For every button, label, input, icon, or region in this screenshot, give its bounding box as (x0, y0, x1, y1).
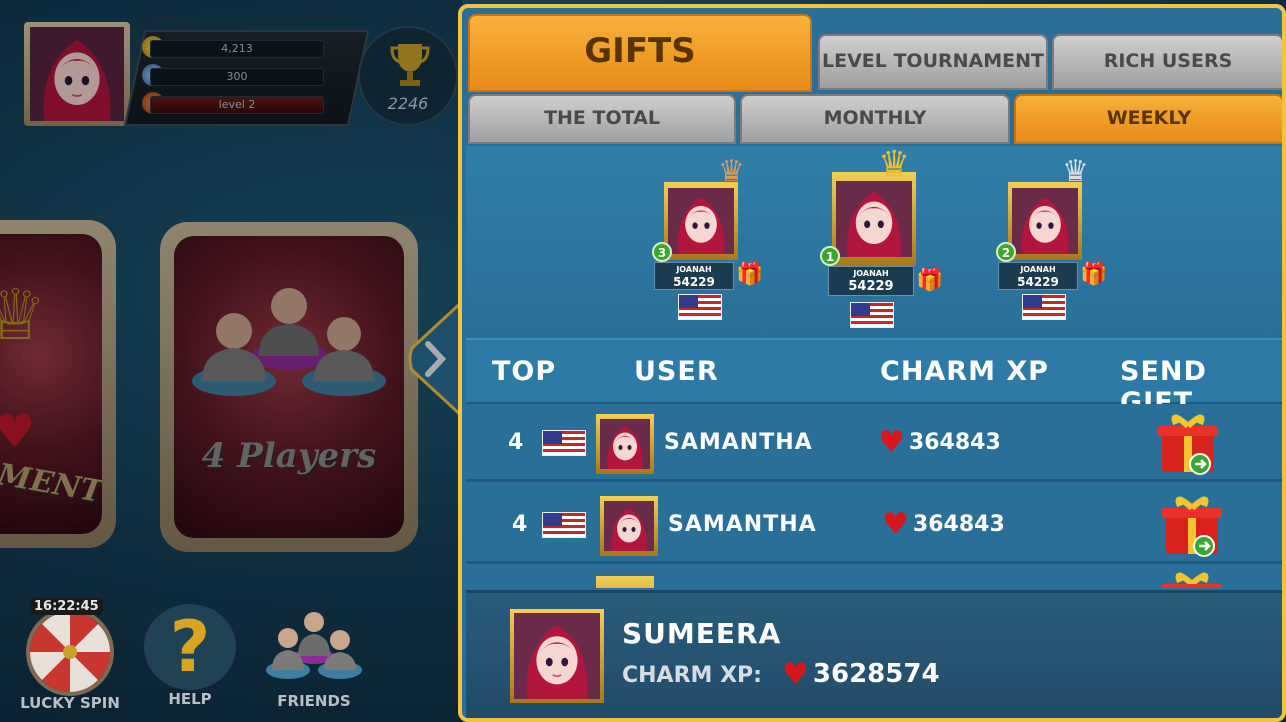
subtab-weekly[interactable]: WEEKLY (1014, 94, 1282, 144)
table-row (466, 568, 1282, 588)
help-label: HELP (168, 690, 212, 708)
row-username: SAMANTHA (668, 512, 817, 537)
us-flag-icon (1022, 294, 1066, 320)
avatar-portrait-icon (668, 188, 734, 254)
send-gift-button[interactable] (1160, 568, 1224, 588)
gift-icon: 🎁 (736, 262, 764, 287)
subtab-the-total[interactable]: THE TOTAL (468, 94, 736, 144)
tab-level-tournament[interactable]: LEVEL TOURNAMENT (818, 34, 1048, 90)
column-top: TOP (492, 356, 557, 387)
row-xp-value: 364843 (908, 430, 1001, 455)
table-row: 4 SAMANTHA ♥ 364843 (466, 404, 1282, 482)
friends-button[interactable]: FRIENDS (256, 604, 372, 714)
podium-score: 54229 (673, 275, 715, 289)
podium-avatar (664, 182, 738, 260)
current-user-bar: SUMEERA CHARM XP: ♥ 3628574 (466, 590, 1282, 718)
current-user-xp-value: 3628574 (812, 659, 940, 689)
podium-name: JOANAH (676, 265, 712, 274)
row-rank: 4 (512, 512, 528, 537)
send-gift-button[interactable] (1160, 492, 1224, 558)
help-button[interactable]: ? HELP (140, 604, 240, 714)
subtab-monthly[interactable]: MONTHLY (740, 94, 1010, 144)
avatar-portrait-icon (836, 181, 912, 257)
podium-name: JOANAH (853, 269, 889, 278)
row-username: SAMANTHA (664, 430, 813, 455)
friends-label: FRIENDS (277, 692, 351, 710)
spin-wheel-icon (26, 608, 114, 696)
avatar-portrait-icon (600, 419, 650, 469)
us-flag-icon (542, 430, 586, 456)
podium-score: 54229 (1017, 275, 1059, 289)
current-user-avatar[interactable] (510, 609, 604, 703)
podium-name-plate: JOANAH 54229 (998, 262, 1078, 290)
current-user-xp-label: CHARM XP: (622, 663, 762, 688)
send-gift-button[interactable] (1156, 410, 1220, 476)
current-user-xp: ♥ 3628574 (782, 659, 940, 689)
table-row: 4 SAMANTHA ♥ 364843 (466, 486, 1282, 564)
column-user: USER (634, 356, 719, 387)
spin-timer: 16:22:45 (30, 598, 103, 615)
avatar-portrait-icon (1012, 188, 1078, 254)
avatar-portrait-icon (514, 613, 600, 699)
row-avatar[interactable] (600, 496, 658, 556)
podium-third[interactable]: ♛ 3 JOANAH 54229 🎁 (652, 146, 764, 336)
leaderboard-list[interactable]: 4 SAMANTHA ♥ 364843 4 SAMANTHA ♥ 364843 (466, 404, 1282, 588)
podium-second[interactable]: ♛ 2 JOANAH 54229 🎁 (996, 146, 1108, 336)
silver-crown-icon: ♛ (1062, 154, 1089, 189)
row-avatar[interactable] (596, 576, 654, 588)
tab-rich-users[interactable]: RICH USERS (1052, 34, 1282, 90)
question-mark-icon: ? (144, 604, 236, 690)
us-flag-icon (542, 512, 586, 538)
row-charm-xp: ♥ 364843 (878, 425, 1001, 460)
podium-first[interactable]: ♛ 1 JOANAH 54229 🎁 (818, 144, 943, 336)
row-xp-value: 364843 (912, 512, 1005, 537)
podium-name-plate: JOANAH 54229 (654, 262, 734, 290)
podium-area: ♛ 3 JOANAH 54229 🎁 ♛ 1 JOANAH 54229 🎁 ♛ … (466, 144, 1282, 336)
gold-crown-icon: ♛ (878, 144, 911, 185)
rank-badge: 1 (820, 246, 840, 266)
gift-icon: 🎁 (1080, 262, 1108, 287)
leaderboard-panel: GIFTS LEVEL TOURNAMENT RICH USERS THE TO… (458, 4, 1286, 722)
gift-icon: 🎁 (916, 268, 944, 293)
column-charm-xp: CHARM XP (880, 356, 1049, 387)
podium-name: JOANAH (1020, 265, 1056, 274)
rank-badge: 2 (996, 242, 1016, 262)
us-flag-icon (850, 302, 894, 328)
podium-avatar (1008, 182, 1082, 260)
podium-name-plate: JOANAH 54229 (828, 266, 914, 296)
podium-avatar (832, 172, 916, 266)
podium-score: 54229 (848, 279, 894, 294)
friends-icon (266, 612, 362, 679)
row-rank: 4 (508, 430, 524, 455)
heart-icon: ♥ (878, 425, 905, 460)
heart-icon: ♥ (882, 507, 909, 542)
current-user-name: SUMEERA (622, 617, 782, 650)
row-avatar[interactable] (596, 414, 654, 474)
avatar-portrait-icon (604, 501, 654, 551)
heart-icon: ♥ (782, 656, 809, 692)
us-flag-icon (678, 294, 722, 320)
bronze-crown-icon: ♛ (718, 154, 745, 189)
rank-badge: 3 (652, 242, 672, 262)
lucky-spin-label: LUCKY SPIN (20, 694, 120, 712)
table-header: TOP USER CHARM XP SEND GIFT (466, 338, 1282, 418)
row-charm-xp: ♥ 364843 (882, 507, 1005, 542)
tab-gifts[interactable]: GIFTS (468, 14, 812, 92)
lucky-spin-button[interactable]: LUCKY SPIN (18, 606, 122, 716)
